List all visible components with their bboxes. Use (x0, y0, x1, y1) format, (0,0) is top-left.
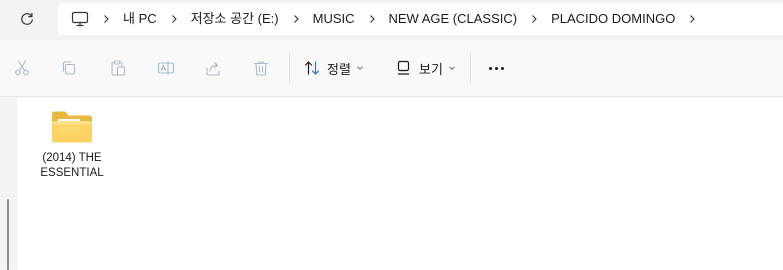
chevron-right-icon (369, 15, 375, 23)
sort-button[interactable]: 정렬 (303, 55, 364, 81)
breadcrumb-item-drive[interactable]: 저장소 공간 (E:) (187, 6, 283, 32)
refresh-icon (21, 12, 33, 25)
more-icon (488, 66, 492, 70)
navigation-pane-edge (0, 97, 17, 270)
rename-button[interactable] (154, 56, 178, 80)
sort-label: 정렬 (327, 61, 351, 77)
breadcrumb-item-placido-domingo[interactable]: PLACIDO DOMINGO (547, 6, 679, 32)
cut-button[interactable] (10, 56, 34, 80)
cut-icon (15, 60, 29, 76)
rename-icon (157, 61, 175, 75)
navigation-pane-scrollbar[interactable] (7, 199, 9, 270)
file-explorer-window: 내 PC 저장소 공간 (E:) MUSIC NEW AGE (CLASSIC)… (0, 0, 783, 270)
paste-icon (111, 60, 126, 76)
view-label: 보기 (419, 61, 443, 77)
view-icon (397, 60, 410, 75)
delete-icon (253, 61, 269, 76)
breadcrumb-separator[interactable] (521, 6, 547, 32)
breadcrumb-item-music[interactable]: MUSIC (309, 6, 359, 32)
paste-button[interactable] (106, 56, 130, 80)
toolbar-divider (470, 52, 471, 84)
chevron-right-icon (293, 15, 299, 23)
chevron-right-icon (104, 15, 109, 23)
refresh-button[interactable] (15, 8, 39, 30)
folder-name: (2014) THE ESSENTIAL (40, 152, 104, 179)
breadcrumb-separator[interactable] (283, 6, 309, 32)
breadcrumb-separator[interactable] (93, 6, 119, 32)
command-bar: 정렬 보기 (0, 40, 783, 97)
breadcrumb-separator[interactable] (161, 6, 187, 32)
share-button[interactable] (201, 56, 225, 80)
breadcrumb-separator[interactable] (679, 6, 705, 32)
more-options-button[interactable] (484, 56, 508, 80)
file-list-area[interactable]: (2014) THE ESSENTIAL (0, 97, 783, 270)
address-bar-row: 내 PC 저장소 공간 (E:) MUSIC NEW AGE (CLASSIC)… (0, 0, 783, 40)
breadcrumb-separator[interactable] (359, 6, 385, 32)
folder-item[interactable]: (2014) THE ESSENTIAL (33, 105, 111, 191)
breadcrumb: 내 PC 저장소 공간 (E:) MUSIC NEW AGE (CLASSIC)… (58, 3, 783, 35)
chevron-right-icon (690, 15, 696, 23)
delete-button[interactable] (249, 56, 273, 80)
chevron-right-icon (532, 15, 537, 23)
sort-icon (304, 61, 320, 75)
copy-button[interactable] (57, 56, 81, 80)
breadcrumb-item-this-pc[interactable]: 내 PC (119, 6, 161, 32)
toolbar-divider (289, 52, 290, 84)
view-button[interactable]: 보기 (395, 55, 456, 81)
monitor-icon (71, 11, 89, 27)
share-icon (206, 61, 220, 76)
folder-icon (52, 111, 92, 143)
breadcrumb-item-new-age[interactable]: NEW AGE (CLASSIC) (385, 6, 522, 32)
copy-icon (62, 61, 76, 75)
chevron-right-icon (171, 15, 177, 23)
this-pc-button[interactable] (67, 6, 93, 32)
chevron-down-icon (448, 64, 456, 72)
chevron-down-icon (356, 64, 364, 72)
